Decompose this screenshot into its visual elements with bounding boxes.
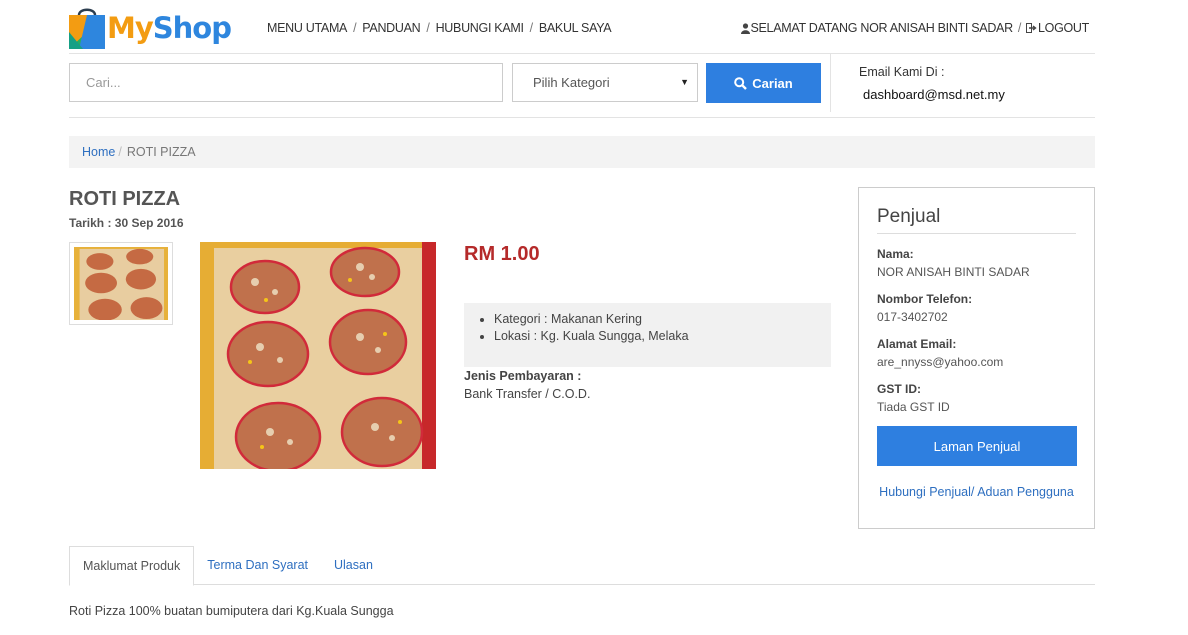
logo[interactable]: MyShop [69, 6, 232, 50]
user-complaint-link[interactable]: Aduan Pengguna [977, 485, 1074, 499]
product-description: Roti Pizza 100% buatan bumiputera dari K… [69, 604, 394, 618]
payment-value: Bank Transfer / C.O.D. [464, 387, 591, 401]
seller-gst-label: GST ID: [877, 382, 921, 396]
nav-menu-utama[interactable]: MENU UTAMA [267, 21, 347, 35]
seller-page-button[interactable]: Laman Penjual [877, 426, 1077, 466]
chevron-down-icon: ▼ [680, 77, 689, 87]
site-header: MyShop MENU UTAMA / PANDUAN / HUBUNGI KA… [69, 0, 1095, 54]
seller-gst-value: Tiada GST ID [877, 400, 950, 414]
payment-label: Jenis Pembayaran : [464, 369, 582, 383]
spec-category: Kategori : Makanan Kering [494, 312, 831, 326]
product-main-image[interactable] [200, 242, 436, 473]
welcome-user-link[interactable]: SELAMAT DATANG NOR ANISAH BINTI SADAR [750, 21, 1013, 35]
search-icon [734, 76, 748, 90]
tab-maklumat-produk[interactable]: Maklumat Produk [69, 546, 195, 586]
seller-phone-value: 017-3402702 [877, 310, 948, 324]
spec-location: Lokasi : Kg. Kuala Sungga, Melaka [494, 329, 831, 343]
breadcrumb-separator: / [118, 145, 122, 159]
category-select[interactable]: Pilih Kategori ▼ [512, 63, 698, 102]
seller-gst-row: GST ID: Tiada GST ID [877, 382, 1076, 414]
product-date: Tarikh : 30 Sep 2016 [69, 216, 184, 230]
product-specs: Kategori : Makanan Kering Lokasi : Kg. K… [464, 303, 831, 367]
product-price: RM 1.00 [464, 243, 540, 265]
seller-panel: Penjual Nama: NOR ANISAH BINTI SADAR Nom… [858, 187, 1095, 529]
seller-name-row: Nama: NOR ANISAH BINTI SADAR [877, 247, 1076, 279]
product-thumbnail[interactable] [69, 242, 173, 325]
breadcrumb-home[interactable]: Home [82, 145, 115, 159]
seller-email-label: Alamat Email: [877, 337, 957, 351]
logo-text-shop: Shop [152, 11, 232, 45]
nav-hubungi-kami[interactable]: HUBUNGI KAMI [436, 21, 524, 35]
seller-link-separator: / [970, 485, 975, 499]
contact-email-block: Email Kami Di : dashboard@msd.net.my [830, 54, 1095, 112]
seller-email-row: Alamat Email: are_nnyss@yahoo.com [877, 337, 1076, 369]
seller-phone-row: Nombor Telefon: 017-3402702 [877, 292, 1076, 324]
seller-heading: Penjual [877, 206, 1076, 234]
pizza-thumbnail-image [74, 247, 168, 321]
seller-name-label: Nama: [877, 247, 914, 261]
contact-email: dashboard@msd.net.my [863, 87, 1005, 102]
contact-seller-link[interactable]: Hubungi Penjual [879, 485, 971, 499]
search-input[interactable] [69, 63, 503, 102]
breadcrumb-current: ROTI PIZZA [126, 145, 196, 159]
logout-icon [1026, 23, 1037, 33]
seller-email-value: are_nnyss@yahoo.com [877, 355, 1004, 369]
top-navigation: MENU UTAMA / PANDUAN / HUBUNGI KAMI / BA… [267, 21, 612, 35]
logo-text: MyShop [107, 11, 232, 45]
category-select-value: Pilih Kategori [533, 75, 610, 90]
search-button[interactable]: Carian [706, 63, 821, 103]
contact-label: Email Kami Di : [859, 65, 945, 79]
nav-separator: / [353, 21, 357, 35]
nav-panduan[interactable]: PANDUAN [362, 21, 420, 35]
shopping-bag-logo-icon [69, 8, 105, 49]
search-row: Pilih Kategori ▼ Carian Email Kami Di : … [69, 54, 1095, 118]
breadcrumb: Home / ROTI PIZZA [69, 136, 1095, 168]
seller-phone-label: Nombor Telefon: [877, 292, 973, 306]
product-tabs: Maklumat Produk Terma Dan Syarat Ulasan [69, 546, 1095, 586]
nav-separator: / [426, 21, 430, 35]
tab-terma-dan-syarat[interactable]: Terma Dan Syarat [194, 546, 321, 585]
nav-bakul-saya[interactable]: BAKUL SAYA [539, 21, 612, 35]
nav-separator: / [529, 21, 534, 35]
logout-link[interactable]: LOGOUT [1038, 21, 1089, 35]
seller-links: Hubungi Penjual/ Aduan Pengguna [877, 485, 1076, 499]
seller-name-value: NOR ANISAH BINTI SADAR [877, 265, 1030, 279]
user-separator: / [1017, 21, 1022, 35]
user-icon [741, 22, 751, 34]
search-button-label: Carian [752, 75, 793, 91]
pizza-photo-image [200, 242, 436, 473]
user-bar: SELAMAT DATANG NOR ANISAH BINTI SADAR / … [741, 21, 1089, 35]
logo-text-my: My [107, 11, 154, 45]
tab-ulasan[interactable]: Ulasan [321, 546, 386, 585]
product-title: ROTI PIZZA [69, 188, 181, 210]
